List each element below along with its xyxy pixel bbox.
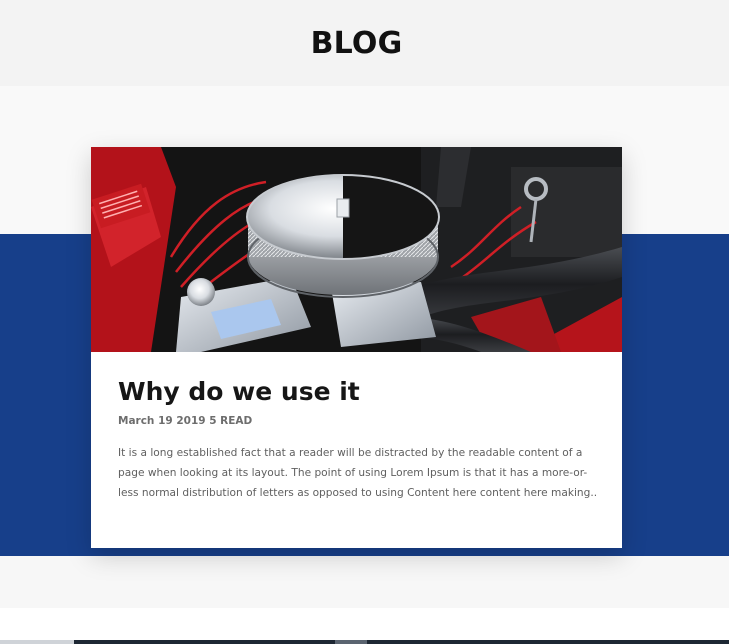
post-meta: March 19 2019 5 READ	[118, 415, 253, 427]
post-image[interactable]	[91, 147, 622, 352]
bottom-edge-mark	[335, 640, 367, 644]
page-header: BLOG	[0, 0, 729, 86]
section-bottom-background	[0, 556, 729, 608]
page-title: BLOG	[310, 26, 403, 61]
section-divider	[0, 608, 729, 640]
bottom-edge-bar	[74, 640, 729, 644]
post-title[interactable]: Why do we use it	[118, 377, 360, 406]
bottom-edge-left	[0, 640, 74, 644]
post-excerpt: It is a long established fact that a rea…	[118, 447, 598, 499]
blog-post-card[interactable]: Why do we use it March 19 2019 5 READ It…	[91, 147, 622, 548]
engine-photo	[91, 147, 622, 352]
